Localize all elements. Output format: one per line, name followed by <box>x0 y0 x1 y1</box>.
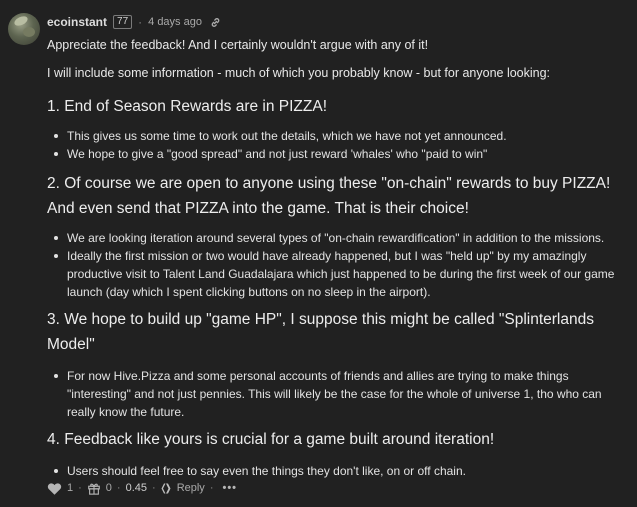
comment-paragraph: Appreciate the feedback! And I certainly… <box>47 38 429 52</box>
separator-dot: · <box>209 482 214 494</box>
list-item: We are looking iteration around several … <box>54 229 627 247</box>
heart-icon[interactable] <box>47 482 62 495</box>
section-heading: 4. Feedback like yours is crucial for a … <box>47 431 495 448</box>
separator-dot: · <box>138 15 143 29</box>
payout-value[interactable]: 0.45 <box>126 482 147 494</box>
separator-dot: · <box>78 482 82 494</box>
separator-dot: · <box>152 482 156 494</box>
comment-footer: 1 · 0 · 0.45 · Reply · ••• <box>47 478 237 498</box>
comment-body: Appreciate the feedback! And I certainly… <box>47 33 627 480</box>
gift-icon[interactable] <box>87 481 101 495</box>
separator-dot: · <box>116 482 121 494</box>
comment-header: ecoinstant 77 · 4 days ago <box>47 12 221 32</box>
bullet-list: We are looking iteration around several … <box>47 229 627 301</box>
author-name[interactable]: ecoinstant <box>47 15 107 29</box>
gift-count[interactable]: 0 <box>106 482 112 494</box>
section-heading: 2. Of course we are open to anyone using… <box>47 175 611 217</box>
reputation-badge: 77 <box>113 15 133 29</box>
comment-paragraph: I will include some information - much o… <box>47 66 551 80</box>
section-heading: 3. We hope to build up "game HP", I supp… <box>47 311 594 353</box>
list-item: Ideally the first mission or two would h… <box>54 247 627 301</box>
hive-logo-icon <box>161 483 173 494</box>
list-item: We hope to give a "good spread" and not … <box>54 145 627 163</box>
like-count[interactable]: 1 <box>67 482 73 494</box>
list-item: For now Hive.Pizza and some personal acc… <box>54 367 627 421</box>
more-options-icon[interactable]: ••• <box>222 482 237 494</box>
section-heading: 1. End of Season Rewards are in PIZZA! <box>47 98 327 115</box>
list-item: This gives us some time to work out the … <box>54 127 627 145</box>
comment-timestamp[interactable]: 4 days ago <box>148 16 202 28</box>
link-icon[interactable] <box>210 17 221 28</box>
bullet-list: For now Hive.Pizza and some personal acc… <box>47 367 627 421</box>
reply-button[interactable]: Reply <box>177 482 205 494</box>
author-avatar[interactable] <box>8 13 40 45</box>
bullet-list: This gives us some time to work out the … <box>47 127 627 163</box>
